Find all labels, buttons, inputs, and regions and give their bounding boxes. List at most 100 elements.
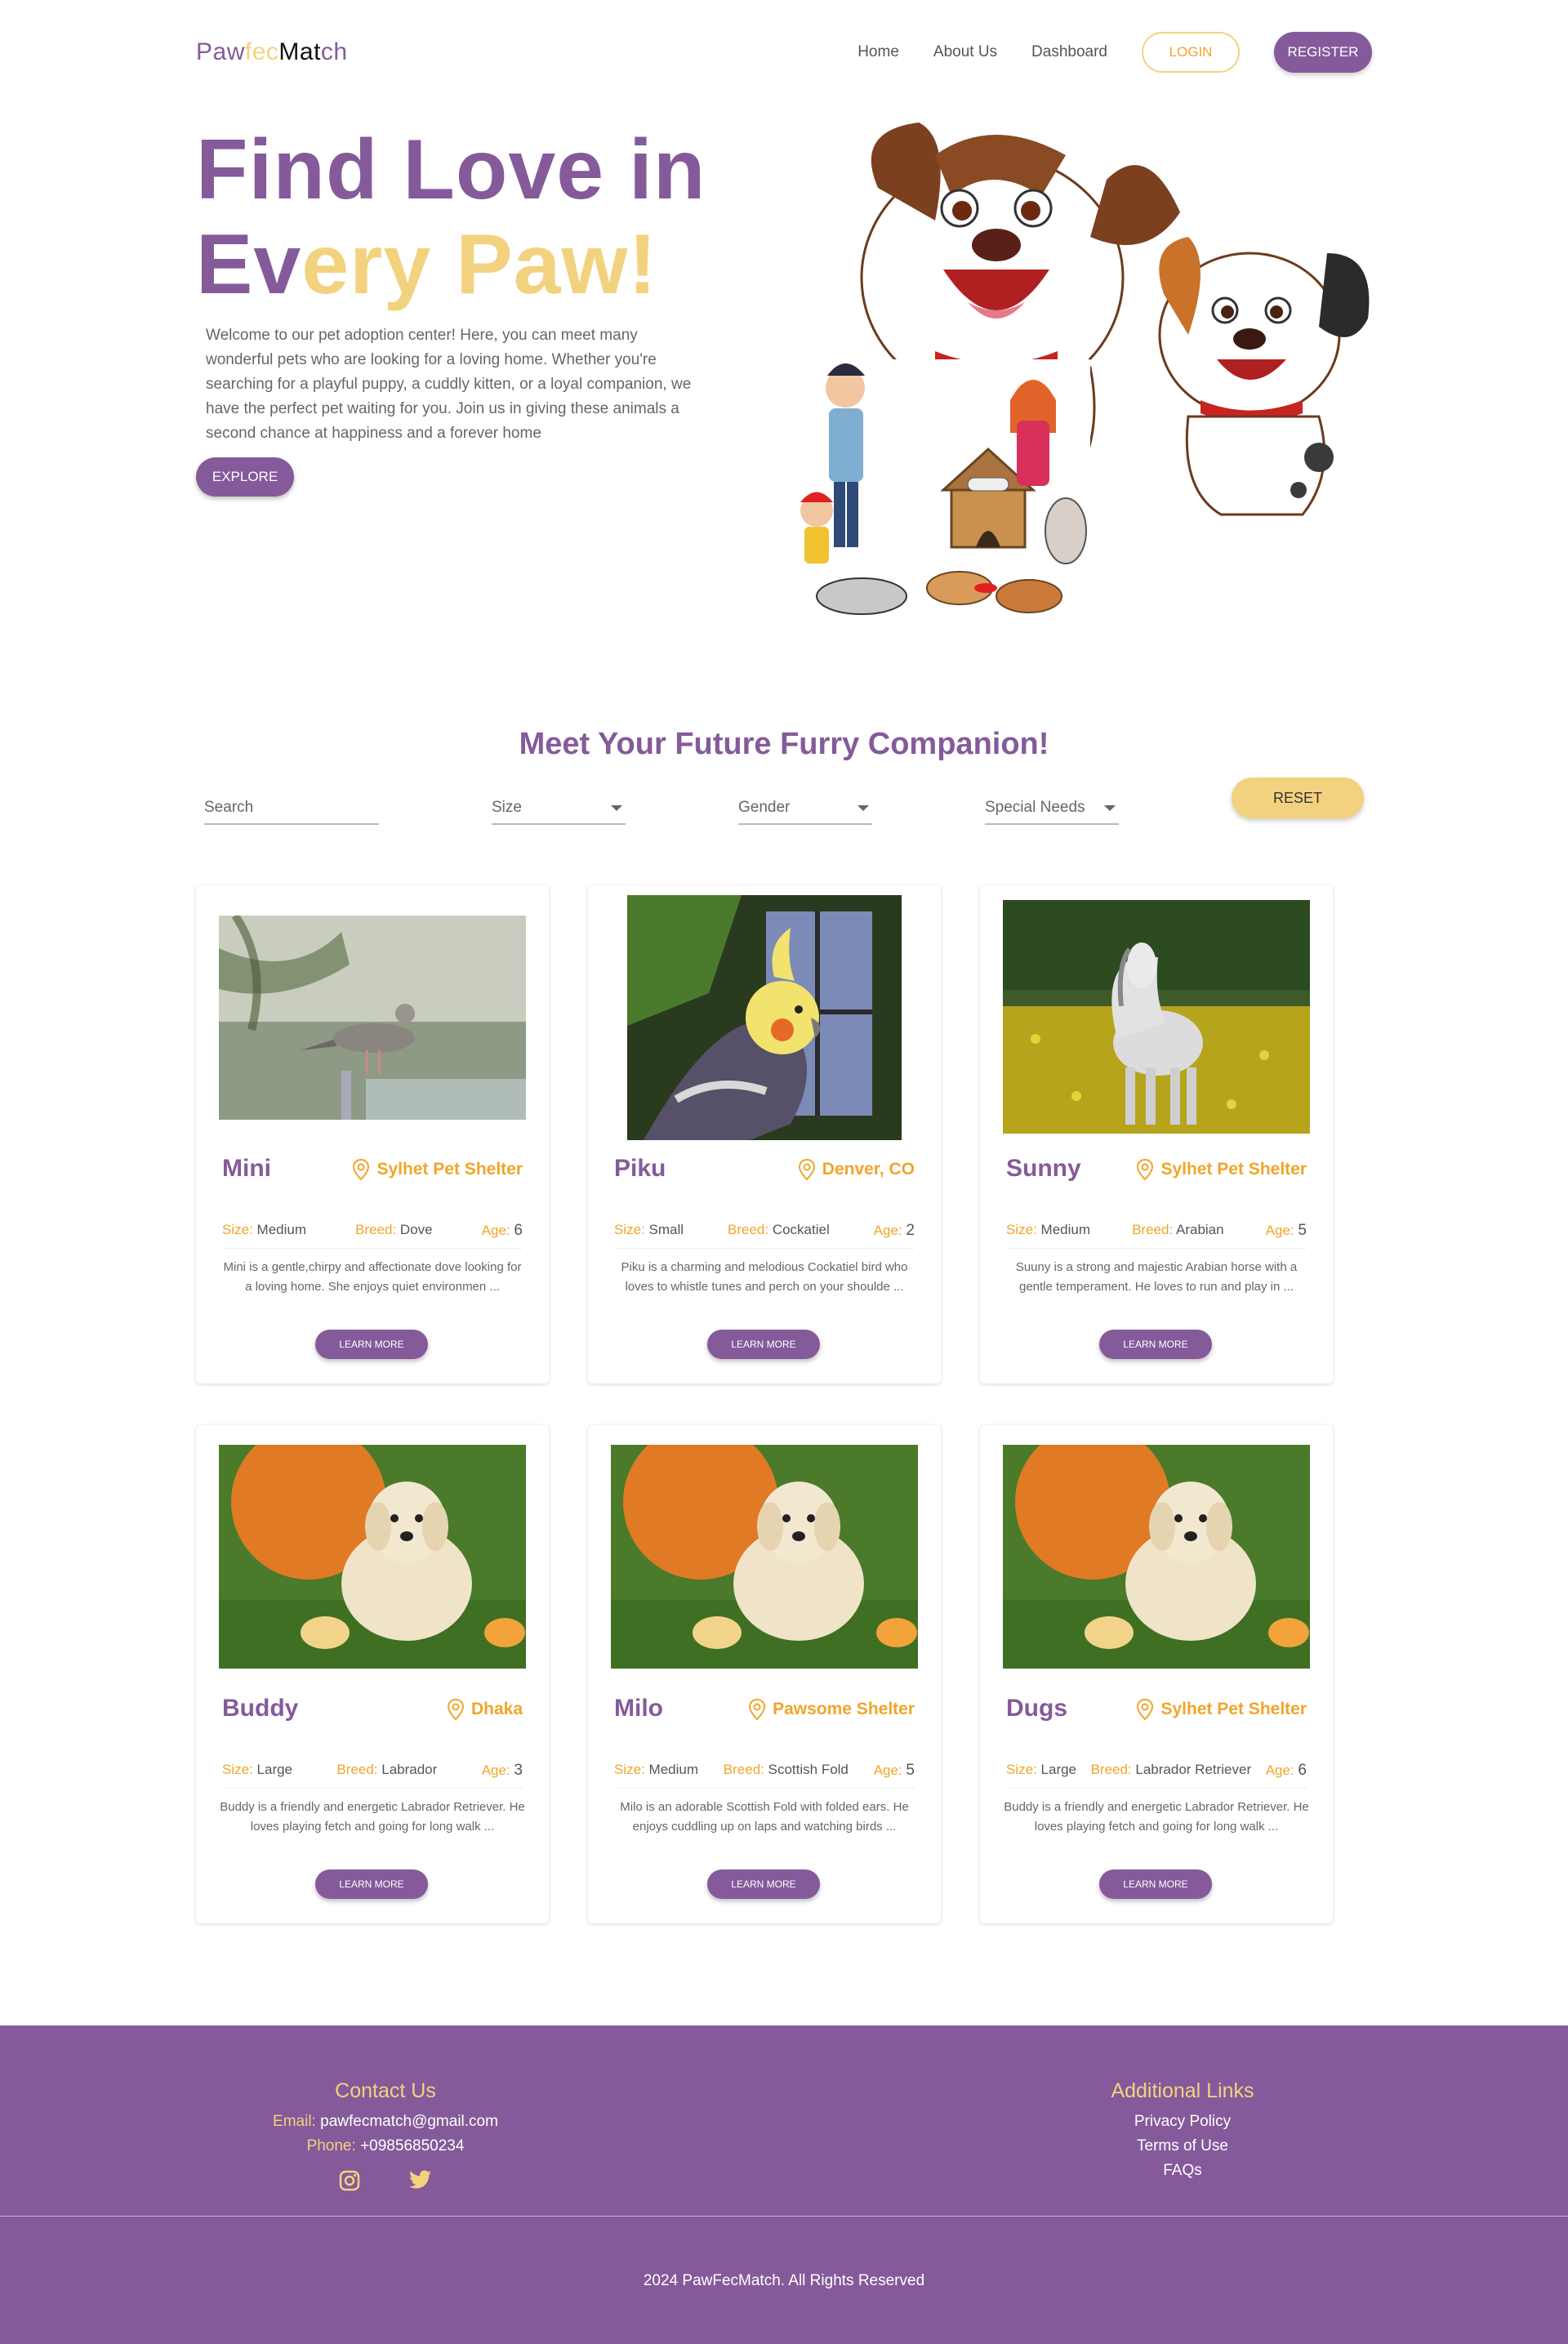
contact-section: Contact Us Email: pawfecmatch@gmail.com … xyxy=(222,2079,549,2191)
nav-dashboard-link[interactable]: Dashboard xyxy=(1031,43,1107,61)
size-value: Medium xyxy=(256,1222,306,1237)
learn-more-button[interactable]: LEARN MORE xyxy=(315,1869,428,1899)
breed-value: Scottish Fold xyxy=(768,1762,849,1777)
age-value: 6 xyxy=(514,1222,523,1239)
breed-label: Breed: xyxy=(355,1222,397,1237)
login-button[interactable]: LOGIN xyxy=(1142,32,1240,73)
pet-card: Piku Denver, CO Size: Small Breed: Cocka… xyxy=(588,885,941,1384)
email-label: Email: xyxy=(273,2113,316,2130)
pet-meta: Size: Large Breed: Labrador Retriever Ag… xyxy=(1006,1762,1307,1789)
family-doghouse-illustration xyxy=(800,359,1090,637)
dropdown-arrow-icon xyxy=(1104,804,1116,811)
breed-label: Breed: xyxy=(728,1222,769,1237)
breed-value: Cockatiel xyxy=(772,1222,830,1237)
brand-part-2: fec xyxy=(244,38,279,65)
instagram-icon[interactable] xyxy=(339,2170,360,2191)
pet-location: Sylhet Pet Shelter xyxy=(1136,1159,1307,1180)
navbar: PawfecMatch Home About Us Dashboard LOGI… xyxy=(196,29,1372,75)
pet-location: Sylhet Pet Shelter xyxy=(1136,1699,1307,1720)
pet-location: Sylhet Pet Shelter xyxy=(352,1159,523,1180)
size-value: Large xyxy=(256,1762,293,1777)
pet-card: Milo Pawsome Shelter Size: Medium Breed:… xyxy=(588,1425,941,1923)
size-value: Small xyxy=(648,1222,684,1237)
pet-name[interactable]: Buddy xyxy=(222,1695,298,1722)
links-heading: Additional Links xyxy=(1111,2079,1254,2102)
size-value: Medium xyxy=(648,1762,698,1777)
pet-description: Buddy is a friendly and energetic Labrad… xyxy=(220,1800,525,1834)
explore-button[interactable]: EXPLORE xyxy=(196,457,294,497)
pet-location-text: Sylhet Pet Shelter xyxy=(376,1160,523,1179)
pet-name[interactable]: Mini xyxy=(222,1155,271,1183)
nav-about-link[interactable]: About Us xyxy=(933,43,997,61)
size-select[interactable]: Size xyxy=(492,792,626,825)
breed-label: Breed: xyxy=(336,1762,378,1777)
pet-name[interactable]: Dugs xyxy=(1006,1695,1067,1722)
learn-more-button[interactable]: LEARN MORE xyxy=(1099,1330,1212,1359)
pet-location-text: Pawsome Shelter xyxy=(773,1700,915,1718)
pet-photo-cockatiel xyxy=(627,895,902,1140)
size-label: Size: xyxy=(1006,1762,1037,1777)
age-label: Age: xyxy=(481,1223,510,1238)
faqs-link[interactable]: FAQs xyxy=(1019,2159,1346,2183)
age-label: Age: xyxy=(1265,1762,1294,1778)
email-link[interactable]: pawfecmatch@gmail.com xyxy=(320,2113,498,2130)
learn-more-button[interactable]: LEARN MORE xyxy=(707,1330,820,1359)
pet-meta: Size: Small Breed: Cockatiel Age: 2 xyxy=(614,1222,915,1249)
nav-home-link[interactable]: Home xyxy=(858,43,899,61)
location-pin-icon xyxy=(353,1159,370,1180)
terms-of-use-link[interactable]: Terms of Use xyxy=(1019,2134,1346,2159)
location-pin-icon xyxy=(749,1699,766,1720)
pet-name[interactable]: Sunny xyxy=(1006,1155,1081,1183)
pet-photo-horse xyxy=(1003,900,1310,1134)
breed-value: Labrador xyxy=(381,1762,438,1777)
special-needs-select-label: Special Needs xyxy=(985,799,1085,816)
pet-card: Mini Sylhet Pet Shelter Size: Medium Bre… xyxy=(196,885,549,1384)
age-value: 6 xyxy=(1298,1762,1307,1779)
age-label: Age: xyxy=(481,1762,510,1778)
hero-title-line-2a: Ev xyxy=(196,217,302,312)
size-label: Size: xyxy=(614,1222,645,1237)
twitter-icon[interactable] xyxy=(409,2170,432,2190)
pet-location-text: Sylhet Pet Shelter xyxy=(1160,1160,1307,1179)
reset-button[interactable]: RESET xyxy=(1232,778,1364,818)
hero-description: Welcome to our pet adoption center! Here… xyxy=(206,327,692,442)
dropdown-arrow-icon xyxy=(858,804,869,811)
special-needs-select[interactable]: Special Needs xyxy=(985,792,1119,825)
breed-value: Labrador Retriever xyxy=(1135,1762,1252,1777)
size-value: Large xyxy=(1040,1762,1077,1777)
contact-phone: Phone: +09856850234 xyxy=(222,2134,549,2159)
hero-title-line-2b: ery Paw! xyxy=(301,217,657,312)
size-label: Size: xyxy=(222,1762,253,1777)
pet-meta: Size: Medium Breed: Dove Age: 6 xyxy=(222,1222,523,1249)
pet-name[interactable]: Piku xyxy=(614,1155,666,1183)
brand-logo[interactable]: PawfecMatch xyxy=(196,38,348,66)
breed-label: Breed: xyxy=(1090,1762,1132,1777)
pet-photo-puppy xyxy=(219,1445,526,1669)
size-label: Size: xyxy=(614,1762,645,1777)
pet-description: Suuny is a strong and majestic Arabian h… xyxy=(1015,1260,1298,1294)
breed-value: Arabian xyxy=(1175,1222,1224,1237)
age-label: Age: xyxy=(873,1762,902,1778)
additional-links-section: Additional Links Privacy Policy Terms of… xyxy=(1019,2079,1346,2183)
breed-label: Breed: xyxy=(723,1762,764,1777)
pet-card: Buddy Dhaka Size: Large Breed: Labrador … xyxy=(196,1425,549,1923)
dropdown-arrow-icon xyxy=(611,804,622,811)
hero-title: Find Love in Every Paw! xyxy=(196,123,706,312)
size-value: Medium xyxy=(1040,1222,1090,1237)
location-pin-icon xyxy=(447,1699,464,1720)
learn-more-button[interactable]: LEARN MORE xyxy=(707,1869,820,1899)
location-pin-icon xyxy=(1137,1159,1154,1180)
pet-description: Mini is a gentle,chirpy and affectionate… xyxy=(223,1260,522,1294)
pet-photo-puppy xyxy=(611,1445,918,1669)
gender-select[interactable]: Gender xyxy=(738,792,872,825)
hero-title-line-1: Find Love in xyxy=(196,123,706,217)
register-button[interactable]: REGISTER xyxy=(1274,32,1372,73)
phone-link[interactable]: +09856850234 xyxy=(360,2137,464,2155)
privacy-policy-link[interactable]: Privacy Policy xyxy=(1019,2110,1346,2134)
learn-more-button[interactable]: LEARN MORE xyxy=(1099,1869,1212,1899)
search-input[interactable]: Search xyxy=(204,792,379,825)
pet-location-text: Sylhet Pet Shelter xyxy=(1160,1700,1307,1718)
learn-more-button[interactable]: LEARN MORE xyxy=(315,1330,428,1359)
pet-name[interactable]: Milo xyxy=(614,1695,663,1722)
footer: Contact Us Email: pawfecmatch@gmail.com … xyxy=(0,2025,1568,2344)
